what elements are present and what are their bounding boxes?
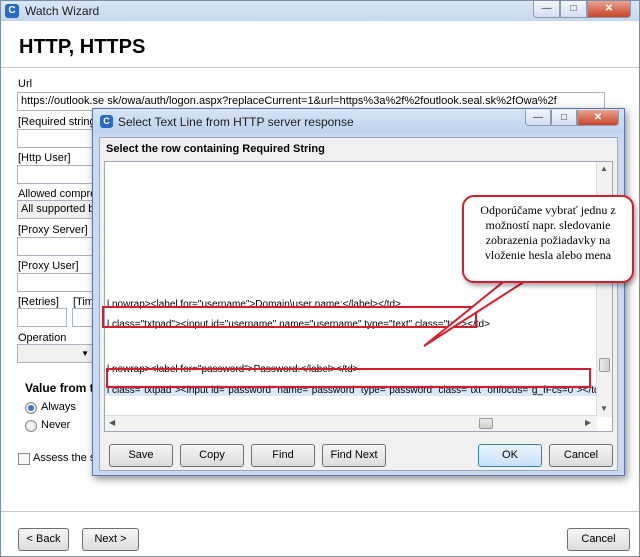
find-button[interactable]: Find	[251, 444, 315, 467]
minimize-icon[interactable]: —	[525, 110, 551, 126]
header-divider	[1, 67, 639, 68]
radio-never-label: Never	[41, 419, 71, 431]
radio-never[interactable]	[25, 420, 37, 432]
back-button[interactable]: < Back	[18, 528, 69, 551]
app-icon: C	[100, 115, 113, 128]
timeout-label: [Tim	[73, 296, 94, 308]
ok-button[interactable]: OK	[478, 444, 542, 467]
required-string-input[interactable]	[17, 129, 93, 148]
minimize-icon[interactable]: —	[533, 1, 560, 18]
http-user-input[interactable]	[17, 165, 93, 184]
dialog-heading: Select the row containing Required Strin…	[106, 143, 325, 155]
copy-button[interactable]: Copy	[180, 444, 244, 467]
maximize-icon[interactable]: □	[551, 110, 577, 126]
retries-input[interactable]	[17, 308, 67, 327]
highlight-box-password	[106, 368, 591, 388]
cancel-button[interactable]: Cancel	[567, 528, 630, 551]
proxy-user-label: [Proxy User]	[18, 260, 79, 272]
scroll-left-icon[interactable]: ◀	[109, 418, 115, 427]
title-bar[interactable]: C Watch Wizard — □ ✕	[1, 1, 639, 21]
annotation-callout: Odporúčame vybrať jednu z možností napr.…	[462, 195, 634, 283]
proxy-user-input[interactable]	[17, 273, 93, 292]
allowed-compression-select[interactable]: All supported by	[17, 200, 93, 219]
page-title: HTTP, HTTPS	[19, 36, 146, 58]
dialog-title-bar[interactable]: C Select Text Line from HTTP server resp…	[93, 109, 624, 133]
retries-label: [Retries]	[18, 296, 59, 308]
dialog-body: Select the row containing Required Strin…	[99, 137, 618, 471]
dialog-window-controls: — □ ✕	[525, 110, 619, 126]
assess-checkbox-label: Assess the st	[33, 452, 99, 464]
proxy-server-label: [Proxy Server]	[18, 224, 88, 236]
scroll-up-icon[interactable]: ▲	[600, 164, 608, 173]
horizontal-scrollbar[interactable]: ◀ ▶	[105, 415, 597, 431]
close-icon[interactable]: ✕	[587, 1, 631, 18]
chevron-down-icon: ▼	[81, 349, 89, 358]
window-title: Watch Wizard	[25, 4, 100, 18]
http-user-label: [Http User]	[18, 152, 71, 164]
vertical-scroll-thumb[interactable]	[599, 358, 610, 372]
app-icon: C	[5, 4, 19, 18]
operation-select[interactable]: ▼	[17, 344, 93, 363]
required-string-label: [Required string i	[18, 116, 102, 128]
radio-always[interactable]	[25, 402, 37, 414]
value-group-title: Value from th	[25, 381, 102, 395]
scroll-right-icon[interactable]: ▶	[585, 418, 591, 427]
maximize-icon[interactable]: □	[560, 1, 587, 18]
select-text-line-dialog: C Select Text Line from HTTP server resp…	[92, 108, 625, 476]
timeout-input[interactable]	[72, 308, 94, 327]
find-next-button[interactable]: Find Next	[322, 444, 386, 467]
window-controls: — □ ✕	[533, 1, 631, 18]
allowed-compression-label: Allowed compres	[18, 188, 102, 200]
proxy-server-input[interactable]	[17, 237, 93, 256]
url-label: Url	[18, 78, 33, 90]
operation-label: Operation	[18, 332, 67, 344]
scroll-down-icon[interactable]: ▼	[600, 404, 608, 413]
radio-always-label: Always	[41, 401, 76, 413]
dialog-cancel-button[interactable]: Cancel	[549, 444, 613, 467]
close-icon[interactable]: ✕	[577, 110, 619, 126]
save-button[interactable]: Save	[109, 444, 173, 467]
assess-checkbox[interactable]	[18, 453, 30, 465]
dialog-title: Select Text Line from HTTP server respon…	[118, 115, 354, 129]
footer-divider	[1, 511, 639, 512]
highlight-box-username	[102, 306, 477, 328]
next-button[interactable]: Next >	[82, 528, 139, 551]
horizontal-scroll-thumb[interactable]	[479, 418, 493, 429]
